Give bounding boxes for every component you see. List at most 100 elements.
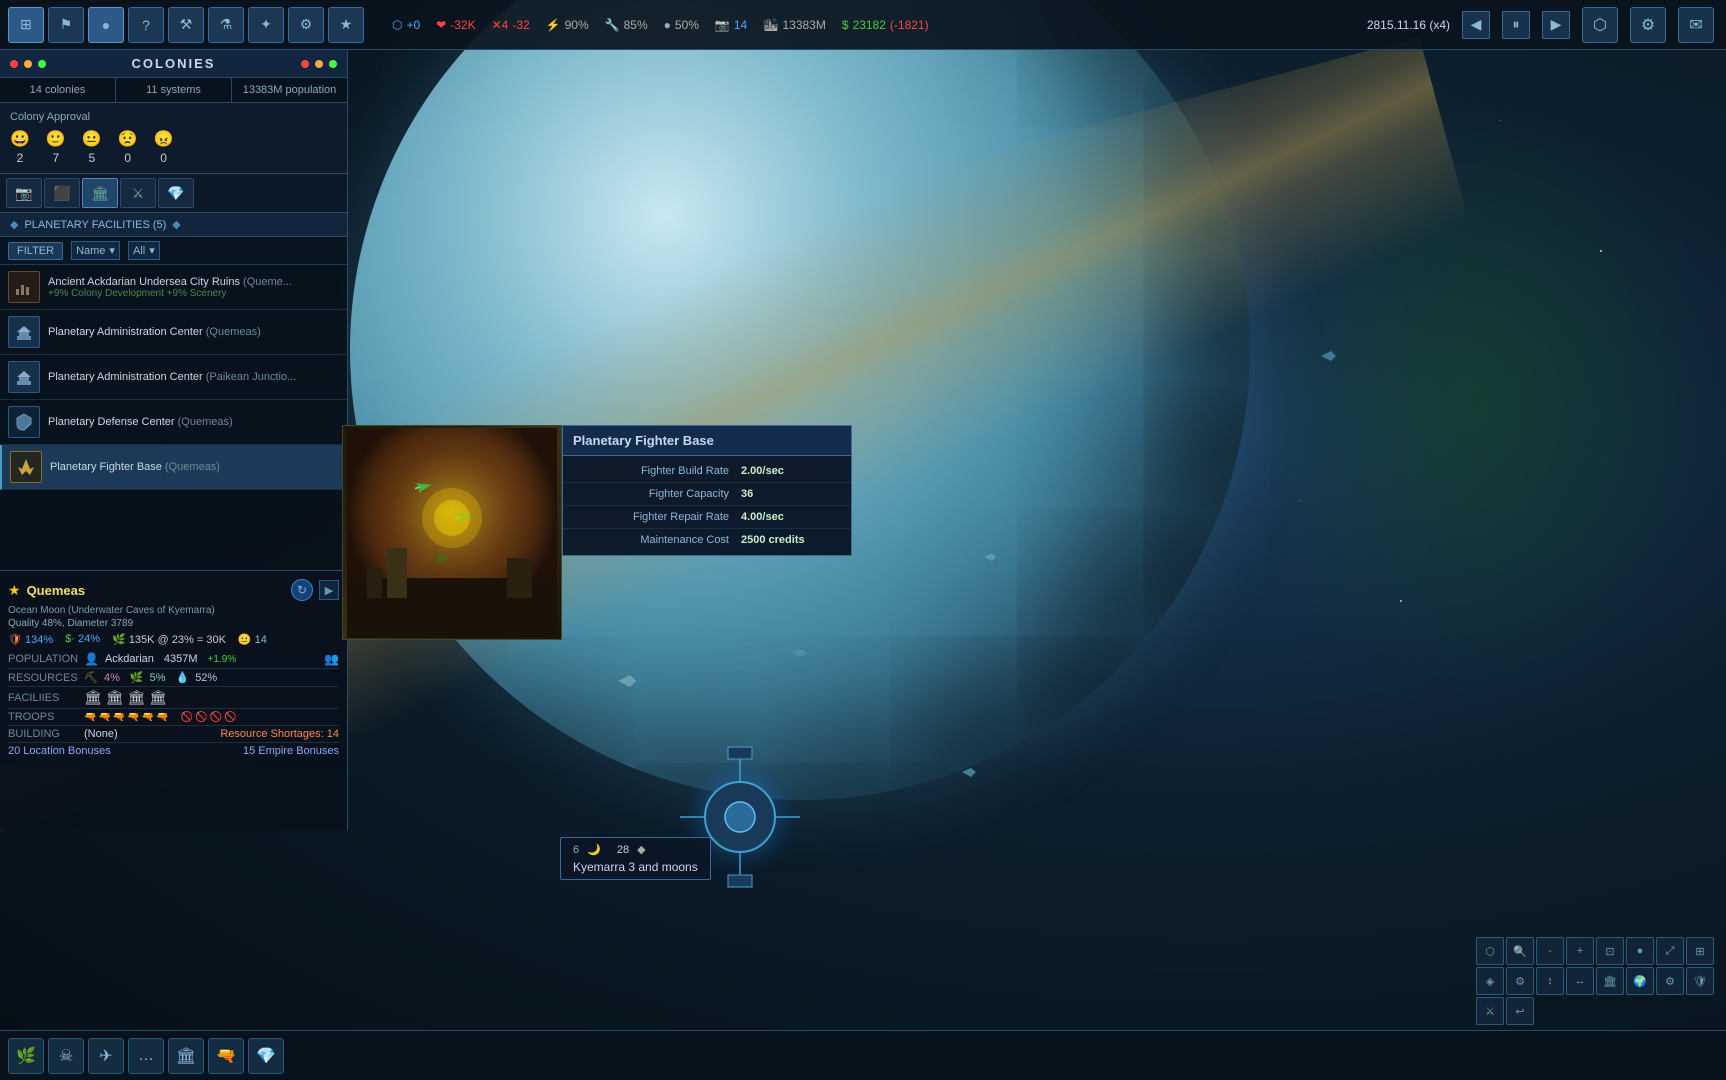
fac-tab-building[interactable]: 🏛 bbox=[82, 178, 118, 208]
defense-stat-icon: 🛡 bbox=[8, 634, 22, 646]
stat-power: ⚡ 90% bbox=[546, 18, 589, 32]
fac-tab-grid[interactable]: ⬛ bbox=[44, 178, 80, 208]
zoom-btn-c1[interactable]: ⚔ bbox=[1476, 997, 1504, 1025]
colony-money-stat: $· 24% bbox=[65, 633, 100, 646]
build-rate-label: Fighter Build Rate bbox=[573, 465, 741, 477]
empire-icon-btn[interactable]: ⚙ bbox=[1630, 7, 1666, 43]
zoom-btn-b1[interactable]: 🏛 bbox=[1596, 967, 1624, 995]
star bbox=[1600, 250, 1602, 252]
toolbar: ⊞ ⚑ ● ? ⚒ ⚗ ✦ ⚙ ★ bbox=[0, 7, 372, 43]
dot-orange2 bbox=[315, 60, 323, 68]
zoom-btn-a1[interactable]: ◈ bbox=[1476, 967, 1504, 995]
res-icon: ● bbox=[664, 18, 671, 32]
zoom-btn-b2[interactable]: 🌍 bbox=[1626, 967, 1654, 995]
zoom-btn-a2[interactable]: ⚙ bbox=[1506, 967, 1534, 995]
sort-select[interactable]: Name ▾ bbox=[71, 241, 120, 260]
troops-label: TROOPS bbox=[8, 711, 78, 723]
topbar-stats: ⬡ +0 ❤ -32K ✕4 -32 ⚡ 90% 🔧 85% ● 50% 📷 1… bbox=[392, 18, 1367, 32]
popup-row-repair-rate: Fighter Repair Rate 4.00/sec bbox=[563, 506, 851, 529]
filter-button[interactable]: FILTER bbox=[8, 242, 63, 260]
nav-prev-button[interactable]: ◀ bbox=[1462, 11, 1490, 39]
credits-value: 23182 bbox=[853, 18, 886, 32]
toolbar-btn-help[interactable]: ? bbox=[128, 7, 164, 43]
nav-next-button[interactable]: ▶ bbox=[1542, 11, 1570, 39]
res3-icon: 💧 bbox=[175, 671, 189, 684]
facility-item-admin1[interactable]: Planetary Administration Center (Quemeas… bbox=[0, 310, 347, 355]
planet-objects-count: 28 bbox=[617, 844, 629, 856]
fac-tab-camera[interactable]: 📷 bbox=[6, 178, 42, 208]
toolbar-btn-settings[interactable]: ⚙ bbox=[288, 7, 324, 43]
approval-neutral: 😐 5 bbox=[82, 129, 102, 165]
res-label: RESOURCES bbox=[8, 672, 78, 684]
fighter-base-svg bbox=[347, 428, 557, 638]
planet-name: Kyemarra 3 and moons bbox=[573, 860, 698, 874]
bottom-btn-colonize[interactable]: 🌿 bbox=[8, 1038, 44, 1074]
toolbar-btn-flag[interactable]: ⚑ bbox=[48, 7, 84, 43]
emp-bonuses-link[interactable]: 15 Empire Bonuses bbox=[243, 745, 339, 757]
colony-nav-next-button[interactable]: ▶ bbox=[319, 580, 339, 600]
zoom-btn-grid[interactable]: ⊞ bbox=[1686, 937, 1714, 965]
bottom-btn-destroy[interactable]: ☠ bbox=[48, 1038, 84, 1074]
filter-row: FILTER Name ▾ All ▾ bbox=[0, 237, 347, 265]
zoom-btn-a4[interactable]: ↔ bbox=[1566, 967, 1594, 995]
facility-item-defense[interactable]: Planetary Defense Center (Quemeas) bbox=[0, 400, 347, 445]
shortages-val: Resource Shortages: 14 bbox=[220, 728, 339, 740]
pop-growth: +1.9% bbox=[208, 654, 237, 665]
facility-item-ruins[interactable]: Ancient Ackdarian Undersea City Ruins (Q… bbox=[0, 265, 347, 310]
toolbar-btn-build[interactable]: ⚒ bbox=[168, 7, 204, 43]
toolbar-btn-map[interactable]: ⊞ bbox=[8, 7, 44, 43]
bottom-btn-fighters[interactable]: ✈ bbox=[88, 1038, 124, 1074]
facility-item-fighter[interactable]: Planetary Fighter Base (Quemeas) bbox=[0, 445, 347, 490]
tab-systems-count[interactable]: 11 systems bbox=[116, 78, 232, 102]
zoom-btn-expand[interactable]: ⤢ bbox=[1656, 937, 1684, 965]
left-panel: COLONIES 14 colonies 11 systems 13383M p… bbox=[0, 50, 348, 830]
spacecraft-ring-2 bbox=[794, 646, 806, 660]
toolbar-btn-diplomacy[interactable]: ✦ bbox=[248, 7, 284, 43]
income-stat-val: 135K @ 23% = 30K bbox=[129, 634, 226, 646]
facility-tabs: 📷 ⬛ 🏛 ⚔ 💎 bbox=[0, 174, 347, 213]
zoom-btn-b4[interactable]: 🛡 bbox=[1686, 967, 1714, 995]
zoom-btn-planet[interactable]: ● bbox=[1626, 937, 1654, 965]
stat-resource: ● 50% bbox=[664, 18, 699, 32]
messages-icon-btn[interactable]: ✉ bbox=[1678, 7, 1714, 43]
toolbar-btn-star[interactable]: ★ bbox=[328, 7, 364, 43]
zoom-btn-c2[interactable]: ↩ bbox=[1506, 997, 1534, 1025]
approval-neutral-emoji: 😐 bbox=[82, 129, 102, 149]
fac-tab-gem[interactable]: 💎 bbox=[158, 178, 194, 208]
bottom-btn-more[interactable]: … bbox=[128, 1038, 164, 1074]
filter-select[interactable]: All ▾ bbox=[128, 241, 160, 260]
bottom-btn-buildings[interactable]: 🏛 bbox=[168, 1038, 204, 1074]
pop-colonists-icon: 👥 bbox=[324, 652, 339, 666]
star bbox=[1300, 500, 1301, 501]
toolbar-btn-research[interactable]: ⚗ bbox=[208, 7, 244, 43]
pop-icon-person: 👤 bbox=[84, 652, 99, 666]
colonies-panel-title: COLONIES bbox=[52, 56, 295, 71]
fighter-popup: Planetary Fighter Base Fighter Build Rat… bbox=[562, 425, 852, 556]
zoom-btn-fit[interactable]: ⊡ bbox=[1596, 937, 1624, 965]
loc-bonuses-link[interactable]: 20 Location Bonuses bbox=[8, 745, 111, 757]
zoom-btn-a3[interactable]: ↕ bbox=[1536, 967, 1564, 995]
dot-green2 bbox=[329, 60, 337, 68]
tab-colonies-count[interactable]: 14 colonies bbox=[0, 78, 116, 102]
zoom-btn-plus[interactable]: + bbox=[1566, 937, 1594, 965]
fac-tab-sword[interactable]: ⚔ bbox=[120, 178, 156, 208]
pf-dot-right: ◆ bbox=[172, 218, 180, 231]
zoom-btn-minus[interactable]: - bbox=[1536, 937, 1564, 965]
zoom-btn-1[interactable]: ⬡ bbox=[1476, 937, 1504, 965]
facility-item-admin2[interactable]: Planetary Administration Center (Paikean… bbox=[0, 355, 347, 400]
facility-list: Ancient Ackdarian Undersea City Ruins (Q… bbox=[0, 265, 347, 490]
pop-amount: 4357M bbox=[164, 653, 198, 665]
colony-quality: Quality 48%, Diameter 3789 bbox=[8, 618, 339, 629]
zoom-btn-b3[interactable]: ⚙ bbox=[1656, 967, 1684, 995]
tab-population-count[interactable]: 13383M population bbox=[232, 78, 347, 102]
ring-craft-svg-1 bbox=[618, 675, 636, 687]
bottom-btn-troops[interactable]: 🔫 bbox=[208, 1038, 244, 1074]
bottom-btn-resources[interactable]: 💎 bbox=[248, 1038, 284, 1074]
zoom-btn-2[interactable]: 🔍 bbox=[1506, 937, 1534, 965]
colony-refresh-button[interactable]: ↻ bbox=[291, 579, 313, 601]
planet-asteroid-icon: ◆ bbox=[637, 843, 645, 856]
nav-pause-button[interactable]: ⏸ bbox=[1502, 11, 1530, 39]
toolbar-btn-colonies[interactable]: ● bbox=[88, 7, 124, 43]
res-value: 50% bbox=[675, 18, 699, 32]
diplomacy-icon-btn[interactable]: ⬡ bbox=[1582, 7, 1618, 43]
